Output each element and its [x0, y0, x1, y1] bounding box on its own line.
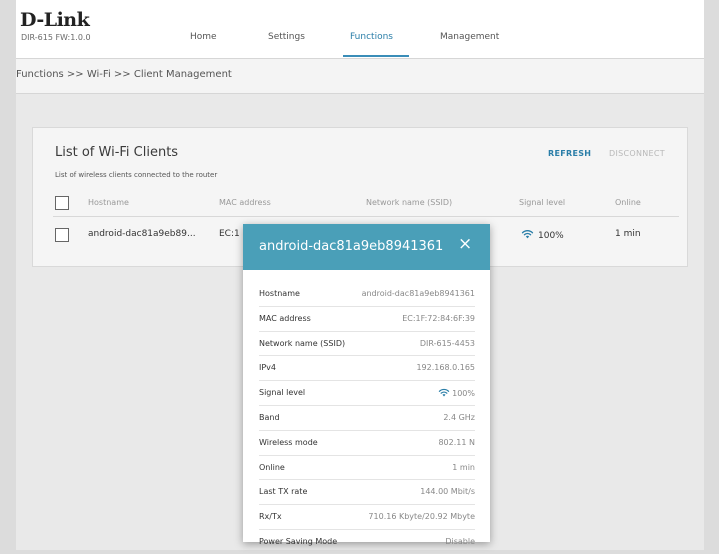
detail-value-signal: 100% — [438, 388, 475, 398]
detail-value: DIR-615-4453 — [419, 338, 475, 348]
detail-key: Power Saving Mode — [259, 536, 338, 546]
nav-settings[interactable]: Settings — [268, 32, 305, 42]
detail-key: Band — [259, 412, 280, 422]
row-signal-value: 100% — [538, 231, 564, 241]
detail-value: android-dac81a9eb8941361 — [361, 289, 475, 298]
detail-value: Disable — [445, 536, 475, 546]
card-title: List of Wi-Fi Clients — [55, 145, 179, 160]
nav-functions[interactable]: Functions — [350, 32, 393, 42]
modal-header: android-dac81a9eb8941361 × — [243, 224, 490, 270]
detail-value: 1 min — [452, 462, 475, 472]
header-divider — [53, 216, 679, 217]
refresh-button[interactable]: REFRESH — [548, 149, 591, 158]
detail-key: IPv4 — [259, 363, 277, 373]
col-mac[interactable]: MAC address — [219, 198, 271, 207]
detail-key: Hostname — [259, 289, 300, 298]
detail-value: 192.168.0.165 — [416, 363, 475, 373]
col-online[interactable]: Online — [615, 198, 641, 207]
select-all-checkbox[interactable] — [55, 196, 69, 210]
client-detail-list: Hostname android-dac81a9eb8941361 MAC ad… — [259, 282, 475, 554]
dlink-logo[interactable]: D-Link — [20, 9, 90, 31]
wifi-signal-icon — [521, 230, 534, 239]
breadcrumb-bar: Functions >> Wi-Fi >> Client Management — [16, 59, 704, 94]
row-mac: EC:1 — [219, 229, 240, 239]
nav-home[interactable]: Home — [190, 32, 217, 42]
row-checkbox[interactable] — [55, 228, 69, 242]
detail-key: Wireless mode — [259, 437, 318, 447]
top-header: D-Link DIR-615 FW:1.0.0 Home Settings Fu… — [16, 0, 704, 59]
detail-key: Online — [259, 462, 285, 472]
detail-row-mac: MAC address EC:1F:72:84:6F:39 — [259, 307, 475, 332]
detail-row-rxtx: Rx/Tx 710.16 Kbyte/20.92 Mbyte — [259, 505, 475, 530]
detail-row-ssid: Network name (SSID) DIR-615-4453 — [259, 332, 475, 357]
client-details-modal: android-dac81a9eb8941361 × Hostname andr… — [243, 224, 490, 546]
detail-row-signal: Signal level 100% — [259, 381, 475, 406]
row-online: 1 min — [615, 229, 641, 239]
detail-row-power-saving: Power Saving Mode Disable — [259, 530, 475, 554]
detail-value: 144.00 Mbit/s — [420, 487, 475, 497]
detail-value: 100% — [452, 389, 475, 399]
detail-value: EC:1F:72:84:6F:39 — [402, 313, 475, 323]
col-hostname[interactable]: Hostname — [88, 198, 129, 207]
disconnect-button[interactable]: DISCONNECT — [609, 149, 665, 158]
detail-key: Network name (SSID) — [259, 338, 346, 348]
detail-key: Signal level — [259, 388, 306, 398]
detail-row-wireless-mode: Wireless mode 802.11 N — [259, 431, 475, 456]
modal-title: android-dac81a9eb8941361 — [259, 239, 444, 254]
detail-value: 802.11 N — [438, 437, 475, 447]
detail-row-ipv4: IPv4 192.168.0.165 — [259, 356, 475, 382]
detail-key: Rx/Tx — [259, 512, 282, 522]
close-icon[interactable]: × — [458, 236, 472, 253]
row-signal: 100% — [521, 229, 564, 241]
col-ssid[interactable]: Network name (SSID) — [366, 198, 452, 207]
detail-row-hostname: Hostname android-dac81a9eb8941361 — [259, 282, 475, 307]
detail-key: Last TX rate — [259, 487, 308, 497]
detail-row-band: Band 2.4 GHz — [259, 406, 475, 431]
row-hostname[interactable]: android-dac81a9eb89... — [88, 229, 196, 239]
detail-value: 710.16 Kbyte/20.92 Mbyte — [368, 512, 475, 522]
detail-key: MAC address — [259, 313, 311, 323]
wifi-signal-icon — [438, 389, 450, 397]
breadcrumb: Functions >> Wi-Fi >> Client Management — [16, 69, 232, 80]
detail-row-last-tx-rate: Last TX rate 144.00 Mbit/s — [259, 480, 475, 506]
col-signal[interactable]: Signal level — [519, 198, 565, 207]
nav-management[interactable]: Management — [440, 32, 499, 42]
detail-row-online: Online 1 min — [259, 456, 475, 481]
card-subtitle: List of wireless clients connected to th… — [55, 171, 218, 179]
active-nav-indicator — [343, 55, 409, 57]
detail-value: 2.4 GHz — [443, 412, 475, 422]
firmware-label: DIR-615 FW:1.0.0 — [21, 33, 91, 42]
